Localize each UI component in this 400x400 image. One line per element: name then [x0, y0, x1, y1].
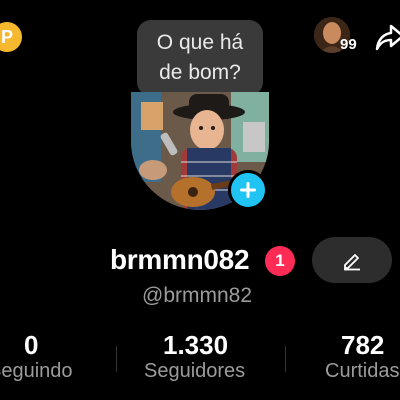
- likes-count[interactable]: 782: [341, 330, 384, 361]
- notification-badge[interactable]: 1: [265, 246, 295, 276]
- edit-profile-button[interactable]: [312, 237, 392, 283]
- share-arrow-icon: [375, 24, 400, 51]
- bubble-line-2: de bom?: [159, 61, 241, 84]
- add-story-button[interactable]: [228, 170, 268, 210]
- coin-symbol: P: [1, 26, 14, 47]
- stats-divider: [285, 346, 286, 372]
- username: brmmn082: [110, 244, 250, 275]
- following-count[interactable]: 0: [24, 330, 38, 361]
- bubble-line-1: O que há: [156, 31, 244, 54]
- following-label[interactable]: Seguindo: [0, 360, 73, 383]
- share-icon[interactable]: [375, 22, 400, 57]
- followers-count[interactable]: 1.330: [163, 330, 228, 361]
- stats-divider: [116, 346, 117, 372]
- likes-label[interactable]: Curtidas: [325, 360, 399, 383]
- pencil-icon: [344, 254, 360, 271]
- user-handle: @brmmn82: [142, 284, 253, 307]
- coin-icon[interactable]: P: [0, 22, 22, 52]
- plus-icon: [240, 182, 256, 198]
- followers-label[interactable]: Seguidores: [144, 360, 245, 383]
- friends-count: 99: [340, 36, 357, 53]
- status-prompt-bubble[interactable]: O que há de bom?: [137, 20, 263, 96]
